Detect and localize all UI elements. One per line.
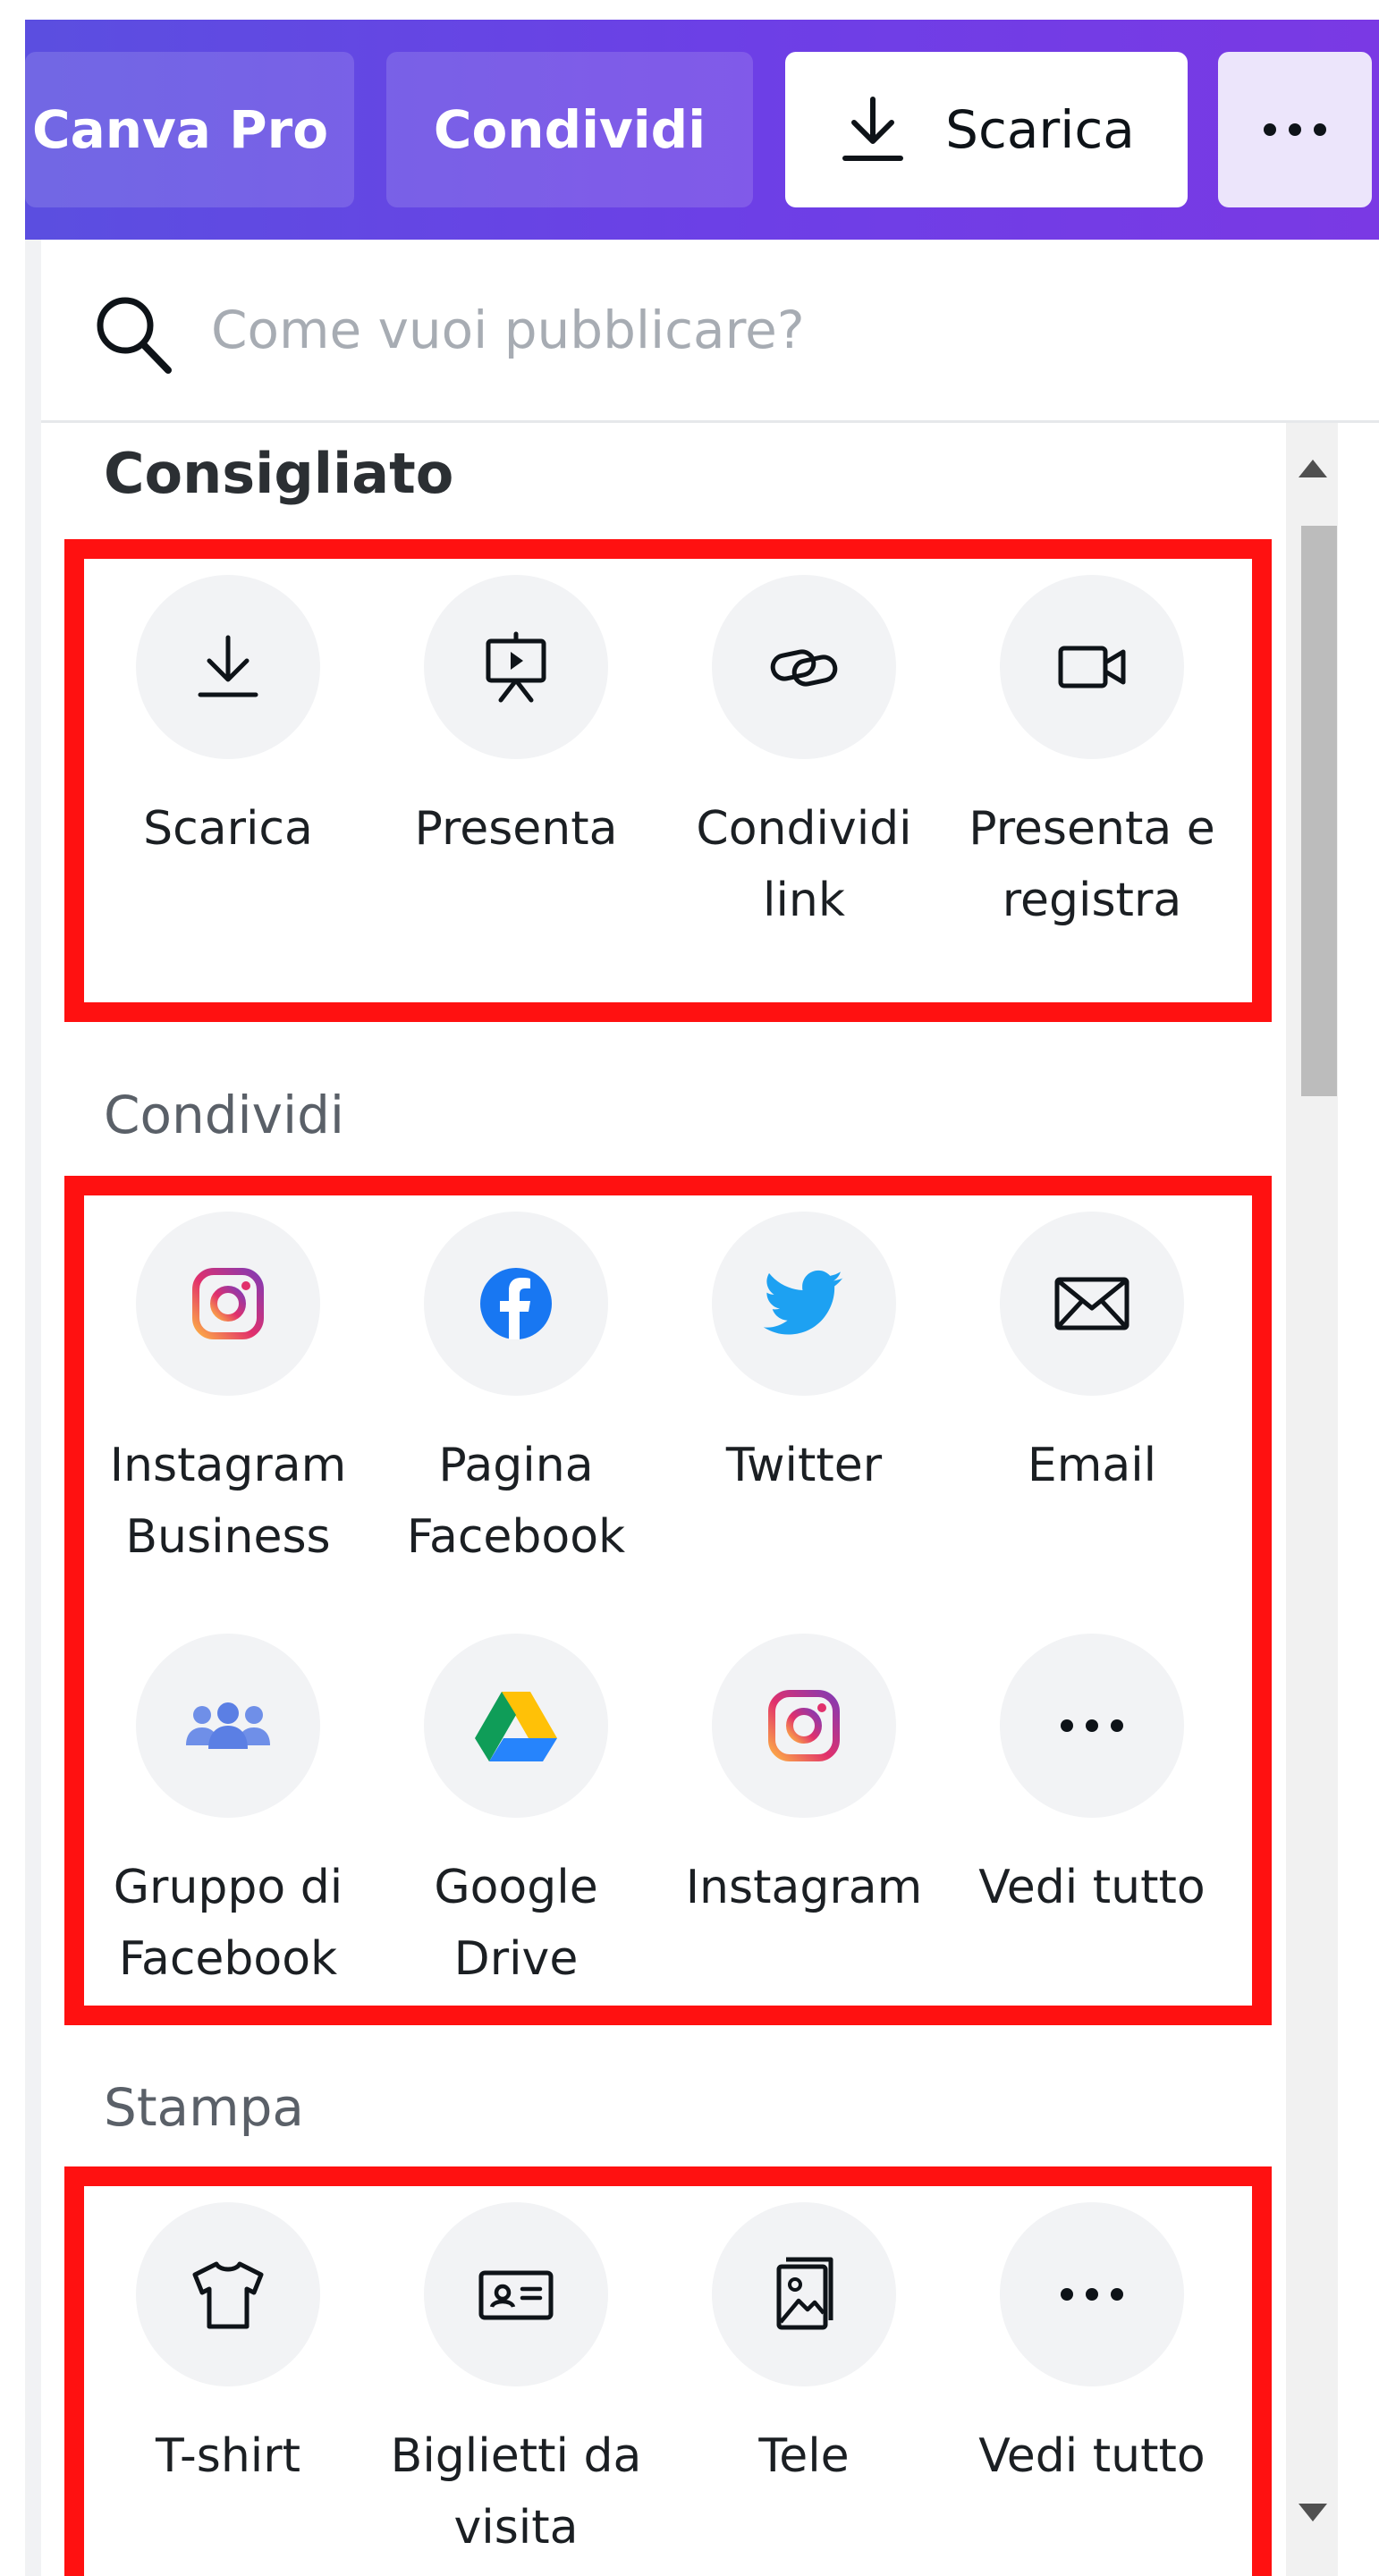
presentation-icon <box>486 631 546 703</box>
option-icon-circle <box>1000 1212 1184 1396</box>
option-facebook-group[interactable]: Gruppo di Facebook <box>84 1634 372 1995</box>
link-icon <box>770 649 838 687</box>
option-icon-circle <box>712 575 896 759</box>
option-label: Biglietti da visita <box>390 2429 642 2555</box>
option-label: Email <box>1027 1439 1157 1492</box>
recommended-group: Scarica Presenta Condividi link Presenta… <box>64 539 1272 1022</box>
section-title-share: Condividi <box>104 1085 345 1145</box>
more-dots-icon <box>1061 1719 1123 1732</box>
download-icon <box>198 635 258 697</box>
option-label: Instagram Business <box>109 1439 347 1564</box>
option-icon-circle <box>424 575 608 759</box>
toolbar-left-edge <box>0 20 25 240</box>
option-icon-circle <box>712 1634 896 1818</box>
toolbar-top-strip <box>0 0 1379 20</box>
google-drive-icon <box>475 1692 557 1761</box>
option-see-all-print[interactable]: Vedi tutto <box>948 2202 1236 2492</box>
business-card-icon <box>478 2270 554 2320</box>
option-business-cards[interactable]: Biglietti da visita <box>372 2202 660 2563</box>
facebook-icon <box>480 1268 552 1339</box>
option-icon-circle <box>1000 575 1184 759</box>
option-label: Gruppo di Facebook <box>113 1861 343 1986</box>
section-title-recommended: Consigliato <box>104 441 454 506</box>
option-label: Tele <box>758 2429 850 2483</box>
publish-menu-panel: Consigliato Scarica <box>41 240 1379 2576</box>
option-icon-circle <box>424 1634 608 1818</box>
option-label: Condividi link <box>696 802 912 927</box>
scroll-down-arrow-icon[interactable] <box>1295 2500 1331 2527</box>
tshirt-icon <box>192 2261 264 2329</box>
option-share-link[interactable]: Condividi link <box>660 575 948 936</box>
canvas-print-icon <box>776 2257 833 2330</box>
option-label: Pagina Facebook <box>406 1439 626 1564</box>
option-google-drive[interactable]: Google Drive <box>372 1634 660 1995</box>
option-facebook-page[interactable]: Pagina Facebook <box>372 1212 660 1573</box>
twitter-icon <box>764 1270 843 1335</box>
option-label: T-shirt <box>155 2429 301 2483</box>
option-canvas-prints[interactable]: Tele <box>660 2202 948 2492</box>
option-present-and-record[interactable]: Presenta e registra <box>948 575 1236 936</box>
more-dots-icon <box>1061 2288 1123 2301</box>
option-icon-circle <box>424 1212 608 1396</box>
option-label: Vedi tutto <box>978 1861 1206 1914</box>
scroll-up-arrow-icon[interactable] <box>1295 454 1331 481</box>
option-icon-circle <box>1000 1634 1184 1818</box>
email-icon <box>1054 1277 1129 1330</box>
video-camera-icon <box>1058 646 1126 688</box>
publish-options-list: Consigliato Scarica Presenta Condividi l… <box>41 423 1286 2576</box>
option-download[interactable]: Scarica <box>84 575 372 865</box>
share-group: Instagram Business Pagina Facebook Twitt… <box>64 1176 1272 2025</box>
option-icon-circle <box>1000 2202 1184 2386</box>
share-label: Condividi <box>433 99 706 160</box>
instagram-icon <box>768 1690 840 1761</box>
option-twitter[interactable]: Twitter <box>660 1212 948 1501</box>
option-icon-circle <box>136 1212 320 1396</box>
print-group: T-shirt Biglietti da visita Tele Vedi tu… <box>64 2166 1272 2576</box>
option-label: Presenta e registra <box>969 802 1215 927</box>
option-label: Scarica <box>143 802 313 856</box>
option-icon-circle <box>424 2202 608 2386</box>
option-icon-circle <box>136 2202 320 2386</box>
option-email[interactable]: Email <box>948 1212 1236 1501</box>
section-title-print: Stampa <box>104 2077 304 2138</box>
search-input[interactable] <box>209 284 1286 376</box>
search-bar <box>41 240 1379 423</box>
option-icon-circle <box>712 1212 896 1396</box>
option-icon-circle <box>136 1634 320 1818</box>
scrollbar-thumb[interactable] <box>1301 526 1337 1096</box>
top-toolbar: Canva Pro Condividi Scarica <box>0 0 1379 240</box>
option-icon-circle <box>136 575 320 759</box>
download-label: Scarica <box>945 99 1135 160</box>
download-button[interactable]: Scarica <box>785 52 1188 207</box>
option-label: Instagram <box>685 1861 923 1914</box>
option-tshirt[interactable]: T-shirt <box>84 2202 372 2492</box>
search-icon <box>97 297 172 374</box>
more-options-button[interactable] <box>1218 52 1372 207</box>
option-icon-circle <box>712 2202 896 2386</box>
canva-pro-label: Canva Pro <box>32 99 329 160</box>
option-see-all-share[interactable]: Vedi tutto <box>948 1634 1236 1923</box>
panel-left-border <box>25 240 41 2576</box>
canva-pro-button[interactable]: Canva Pro <box>25 52 354 207</box>
option-instagram[interactable]: Instagram <box>660 1634 948 1923</box>
option-instagram-business[interactable]: Instagram Business <box>84 1212 372 1573</box>
option-present[interactable]: Presenta <box>372 575 660 865</box>
download-icon <box>842 97 904 161</box>
option-label: Vedi tutto <box>978 2429 1206 2483</box>
more-dots-icon <box>1264 123 1326 136</box>
option-label: Google Drive <box>434 1861 598 1986</box>
facebook-group-icon <box>186 1702 270 1749</box>
option-label: Presenta <box>414 802 618 856</box>
instagram-icon <box>192 1268 264 1339</box>
share-button[interactable]: Condividi <box>386 52 753 207</box>
option-label: Twitter <box>725 1439 883 1492</box>
